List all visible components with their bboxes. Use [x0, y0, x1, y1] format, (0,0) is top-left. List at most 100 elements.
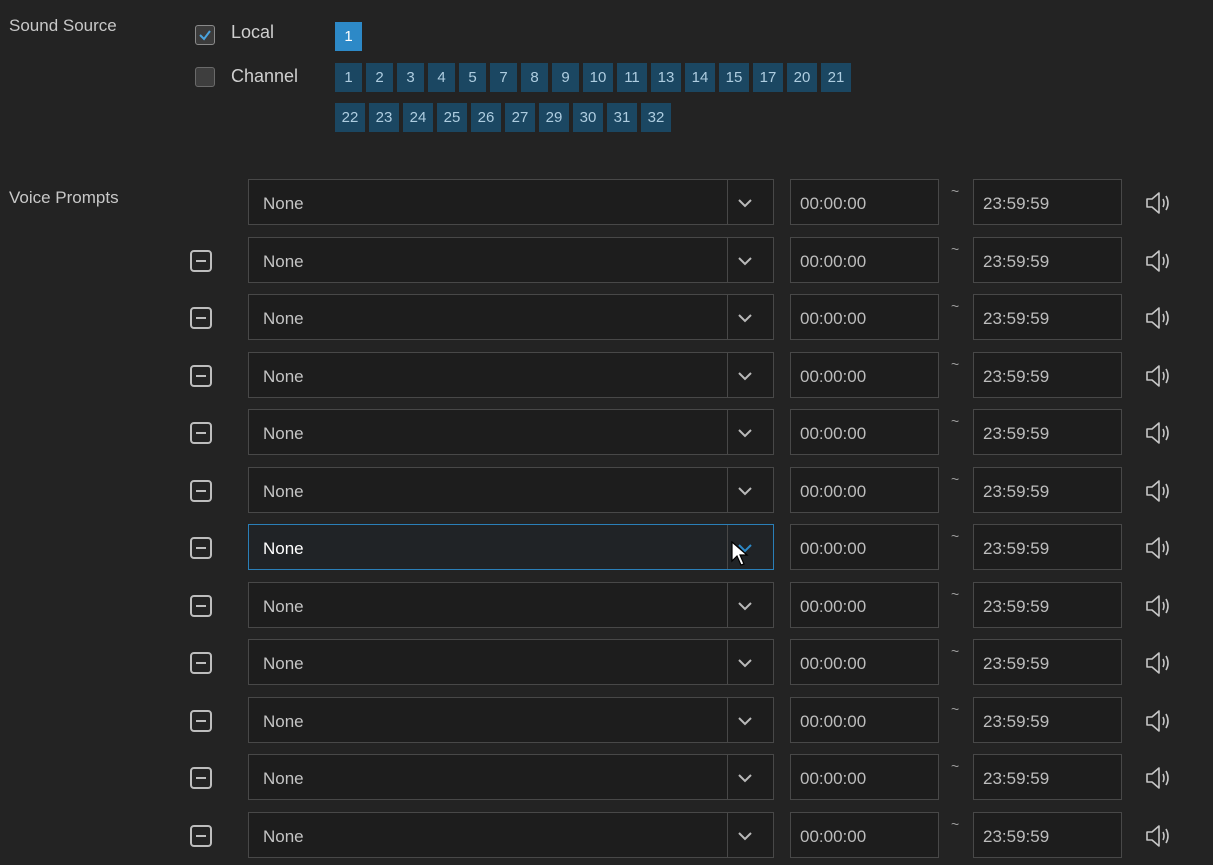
channel-chip[interactable]: 30: [573, 103, 603, 132]
remove-row-button[interactable]: [190, 479, 212, 502]
start-time-input[interactable]: 00:00:00: [790, 351, 939, 398]
end-time-input[interactable]: 23:59:59: [973, 754, 1122, 800]
voice-prompt-select[interactable]: None: [248, 524, 774, 570]
speaker-icon[interactable]: [1144, 709, 1174, 738]
chevron-down-icon[interactable]: [737, 771, 753, 789]
start-time-input[interactable]: 00:00:00: [790, 524, 939, 570]
remove-row-button[interactable]: [190, 364, 212, 387]
channel-chip[interactable]: 23: [369, 103, 399, 132]
chevron-down-icon[interactable]: [737, 829, 753, 847]
channel-chip[interactable]: 22: [335, 103, 365, 132]
chevron-down-icon[interactable]: [737, 426, 753, 444]
start-time-input[interactable]: 00:00:00: [790, 696, 939, 743]
speaker-icon[interactable]: [1144, 594, 1174, 623]
channel-chip[interactable]: 8: [521, 63, 548, 92]
end-time-input[interactable]: 23:59:59: [973, 466, 1122, 513]
remove-row-button[interactable]: [190, 422, 212, 444]
voice-prompt-select[interactable]: None: [248, 179, 774, 225]
channel-chip[interactable]: 14: [685, 63, 715, 92]
voice-prompt-select[interactable]: None: [248, 811, 774, 858]
voice-prompt-select[interactable]: None: [248, 351, 774, 398]
voice-prompt-select[interactable]: None: [248, 639, 774, 685]
remove-row-button[interactable]: [190, 594, 212, 617]
start-time-input[interactable]: 00:00:00: [790, 639, 939, 685]
speaker-icon[interactable]: [1144, 421, 1174, 450]
channel-chip[interactable]: 17: [753, 63, 783, 92]
channel-chip[interactable]: 3: [397, 63, 424, 92]
channel-checkbox[interactable]: [195, 67, 215, 87]
chevron-down-icon[interactable]: [737, 196, 753, 214]
end-time-input[interactable]: 23:59:59: [973, 351, 1122, 398]
end-time-input[interactable]: 23:59:59: [973, 581, 1122, 628]
start-time-input[interactable]: 00:00:00: [790, 754, 939, 800]
start-time-input[interactable]: 00:00:00: [790, 294, 939, 340]
speaker-icon[interactable]: [1144, 766, 1174, 795]
start-time-input[interactable]: 00:00:00: [790, 236, 939, 283]
channel-chip[interactable]: 9: [552, 63, 579, 92]
remove-row-button[interactable]: [190, 249, 212, 272]
voice-prompt-select[interactable]: None: [248, 409, 774, 455]
voice-prompt-select[interactable]: None: [248, 466, 774, 513]
voice-prompt-select[interactable]: None: [248, 581, 774, 628]
start-time-input[interactable]: 00:00:00: [790, 581, 939, 628]
channel-chip[interactable]: 21: [821, 63, 851, 92]
voice-prompt-select[interactable]: None: [248, 754, 774, 800]
end-time-input[interactable]: 23:59:59: [973, 179, 1122, 225]
channel-chip[interactable]: 31: [607, 103, 637, 132]
channel-chip[interactable]: 1: [335, 63, 362, 92]
chevron-down-icon[interactable]: [737, 484, 753, 502]
end-time-input[interactable]: 23:59:59: [973, 639, 1122, 685]
speaker-icon[interactable]: [1144, 536, 1174, 565]
end-time-input[interactable]: 23:59:59: [973, 524, 1122, 570]
speaker-icon[interactable]: [1144, 249, 1174, 278]
channel-chip[interactable]: 27: [505, 103, 535, 132]
end-time-input[interactable]: 23:59:59: [973, 294, 1122, 340]
voice-prompt-row: None 00:00:00 ~23:59:59: [0, 639, 1213, 687]
start-time-input[interactable]: 00:00:00: [790, 466, 939, 513]
channel-chip[interactable]: 26: [471, 103, 501, 132]
speaker-icon[interactable]: [1144, 479, 1174, 508]
remove-row-button[interactable]: [190, 307, 212, 329]
remove-row-button[interactable]: [190, 824, 212, 847]
channel-chip[interactable]: 2: [366, 63, 393, 92]
chevron-down-icon[interactable]: [737, 254, 753, 272]
chevron-down-icon[interactable]: [737, 369, 753, 387]
remove-row-button[interactable]: [190, 709, 212, 732]
remove-row-button[interactable]: [190, 652, 212, 674]
chevron-down-icon[interactable]: [737, 714, 753, 732]
local-checkbox[interactable]: [195, 25, 215, 45]
local-channel-chip[interactable]: 1: [335, 22, 362, 51]
remove-row-button[interactable]: [190, 537, 212, 559]
channel-chip[interactable]: 32: [641, 103, 671, 132]
end-time-input[interactable]: 23:59:59: [973, 696, 1122, 743]
speaker-icon[interactable]: [1144, 651, 1174, 680]
channel-chip[interactable]: 29: [539, 103, 569, 132]
end-time-input[interactable]: 23:59:59: [973, 409, 1122, 455]
end-time-input[interactable]: 23:59:59: [973, 236, 1122, 283]
start-time-input[interactable]: 00:00:00: [790, 409, 939, 455]
speaker-icon[interactable]: [1144, 824, 1174, 853]
channel-chip[interactable]: 7: [490, 63, 517, 92]
speaker-icon[interactable]: [1144, 306, 1174, 335]
end-time-input[interactable]: 23:59:59: [973, 811, 1122, 858]
channel-chip[interactable]: 15: [719, 63, 749, 92]
chevron-down-icon[interactable]: [737, 599, 753, 617]
chevron-down-icon[interactable]: [737, 311, 753, 329]
start-time-input[interactable]: 00:00:00: [790, 811, 939, 858]
channel-chip[interactable]: 4: [428, 63, 455, 92]
channel-chip[interactable]: 10: [583, 63, 613, 92]
voice-prompt-select[interactable]: None: [248, 236, 774, 283]
channel-chip[interactable]: 13: [651, 63, 681, 92]
remove-row-button[interactable]: [190, 767, 212, 789]
speaker-icon[interactable]: [1144, 364, 1174, 393]
channel-chip[interactable]: 20: [787, 63, 817, 92]
speaker-icon[interactable]: [1144, 191, 1174, 220]
voice-prompt-select[interactable]: None: [248, 696, 774, 743]
channel-chip[interactable]: 11: [617, 63, 647, 92]
start-time-input[interactable]: 00:00:00: [790, 179, 939, 225]
chevron-down-icon[interactable]: [737, 656, 753, 674]
channel-chip[interactable]: 5: [459, 63, 486, 92]
channel-chip[interactable]: 25: [437, 103, 467, 132]
channel-chip[interactable]: 24: [403, 103, 433, 132]
voice-prompt-select[interactable]: None: [248, 294, 774, 340]
